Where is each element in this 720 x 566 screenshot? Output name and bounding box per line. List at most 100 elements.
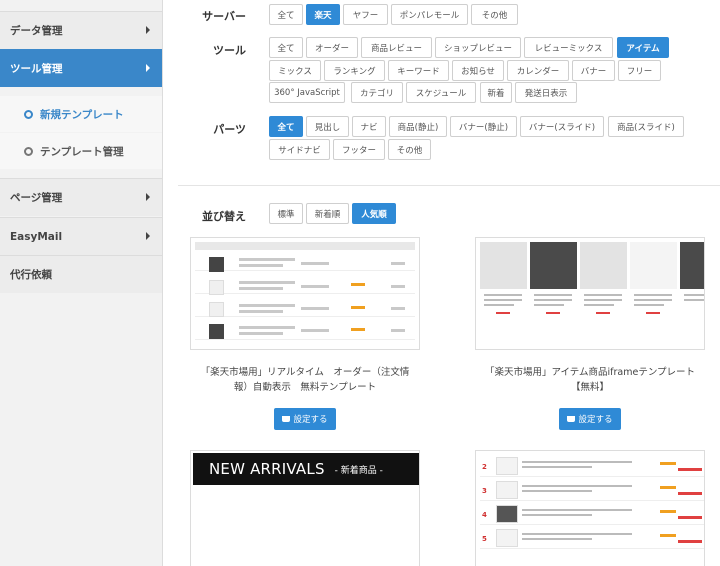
preview-row-divider <box>195 316 415 317</box>
rank-number: 4 <box>482 511 487 519</box>
template-title-order[interactable]: 「楽天市場用」リアルタイム オーダー（注文情 報）自動表示 無料テンプレート <box>188 365 422 395</box>
sidebar-subitem-template-manage[interactable]: テンプレート管理 <box>0 133 162 169</box>
tool-option-order[interactable]: オーダー <box>306 37 358 58</box>
parts-option-banner-slide[interactable]: バナー(スライド) <box>520 116 604 137</box>
preview-price <box>678 468 702 471</box>
preview-text <box>239 258 295 261</box>
preview-price <box>678 492 702 495</box>
template-thumbnail-item-iframe[interactable] <box>475 237 705 350</box>
parts-option-navi[interactable]: ナビ <box>352 116 386 137</box>
preview-text <box>522 461 632 463</box>
configure-button-label: 設定する <box>578 415 613 425</box>
preview-date <box>301 262 329 265</box>
sidebar-item-data[interactable]: データ管理 <box>0 11 162 49</box>
preview-text <box>522 514 592 516</box>
preview-text <box>634 299 672 301</box>
parts-option-banner-static[interactable]: バナー(静止) <box>450 116 517 137</box>
tool-option-news[interactable]: お知らせ <box>452 60 504 81</box>
preview-product-image <box>209 324 224 339</box>
preview-table-header <box>195 242 415 250</box>
preview-text <box>484 299 522 301</box>
server-option-yahoo[interactable]: ヤフー <box>343 4 388 25</box>
parts-option-item-slide[interactable]: 商品(スライド) <box>608 116 684 137</box>
preview-rating <box>351 306 365 309</box>
sort-option-newest[interactable]: 新着順 <box>306 203 349 224</box>
preview-price <box>546 312 560 314</box>
tool-option-item[interactable]: アイテム <box>617 37 669 58</box>
sidebar-item-tools[interactable]: ツール管理 <box>0 49 162 87</box>
tool-option-keyword[interactable]: キーワード <box>388 60 449 81</box>
template-title-line: 報）自動表示 無料テンプレート <box>233 382 377 393</box>
template-thumbnail-ranking[interactable]: 2 3 4 5 <box>475 450 705 566</box>
preview-product-image <box>209 302 224 317</box>
sidebar-item-easymail[interactable]: EasyMail <box>0 217 162 255</box>
template-thumbnail-order[interactable] <box>190 237 420 350</box>
sort-option-popular[interactable]: 人気順 <box>352 203 396 224</box>
tool-option-new-arrival[interactable]: 新着 <box>480 82 512 103</box>
tool-option-ranking[interactable]: ランキング <box>324 60 385 81</box>
preview-text <box>584 294 622 296</box>
preview-product-image <box>496 529 518 547</box>
server-option-all[interactable]: 全て <box>269 4 303 25</box>
parts-option-other[interactable]: その他 <box>388 139 431 160</box>
tool-option-mix[interactable]: ミックス <box>269 60 321 81</box>
sidebar-item-label: データ管理 <box>10 25 63 37</box>
tool-option-item-review[interactable]: 商品レビュー <box>361 37 432 58</box>
parts-option-item-static[interactable]: 商品(静止) <box>389 116 447 137</box>
preview-product-image <box>680 242 704 289</box>
cart-icon <box>567 416 576 422</box>
preview-text <box>239 264 283 267</box>
tool-option-shipping-date[interactable]: 発送日表示 <box>515 82 577 103</box>
preview-rating <box>660 462 676 465</box>
preview-price <box>646 312 660 314</box>
tool-option-review-mix[interactable]: レビューミックス <box>524 37 613 58</box>
preview-text <box>239 332 283 335</box>
chevron-right-icon <box>146 232 150 240</box>
sidebar-subitem-label: テンプレート管理 <box>40 145 124 158</box>
sidebar-item-agency[interactable]: 代行依頼 <box>0 255 162 293</box>
template-title-item-iframe[interactable]: 「楽天市場用」アイテム商品iframeテンプレート 【無料】 <box>472 365 708 395</box>
template-title-line: 「楽天市場用」アイテム商品iframeテンプレート <box>484 367 696 378</box>
preview-count <box>391 307 405 310</box>
preview-text <box>634 294 672 296</box>
preview-product-image <box>480 242 527 289</box>
sidebar-subitem-label: 新規テンプレート <box>40 108 124 121</box>
parts-option-side-navi[interactable]: サイドナビ <box>269 139 330 160</box>
tool-option-schedule[interactable]: スケジュール <box>406 82 476 103</box>
section-divider <box>178 185 720 186</box>
server-option-other[interactable]: その他 <box>471 4 518 25</box>
preview-text <box>684 294 704 296</box>
configure-button-item-iframe[interactable]: 設定する <box>559 408 621 430</box>
tool-option-category[interactable]: カテゴリ <box>351 82 403 103</box>
configure-button-order[interactable]: 設定する <box>274 408 336 430</box>
parts-option-footer[interactable]: フッター <box>333 139 385 160</box>
sort-label: 並び替え <box>202 210 246 223</box>
sidebar-item-label: EasyMail <box>10 230 63 243</box>
preview-rating <box>351 328 365 331</box>
tool-option-360-javascript[interactable]: 360° JavaScript <box>269 82 345 103</box>
preview-date <box>301 307 329 310</box>
preview-row-divider <box>195 293 415 294</box>
chevron-right-icon <box>146 193 150 201</box>
preview-text <box>684 299 704 301</box>
server-option-ponpare[interactable]: ポンパレモール <box>391 4 468 25</box>
parts-option-heading[interactable]: 見出し <box>306 116 349 137</box>
circle-icon <box>24 109 33 119</box>
sidebar-item-pages[interactable]: ページ管理 <box>0 178 162 216</box>
tool-option-shop-review[interactable]: ショップレビュー <box>435 37 521 58</box>
banner-main-text: NEW ARRIVALS <box>209 460 325 478</box>
tool-option-all[interactable]: 全て <box>269 37 303 58</box>
preview-price <box>678 540 702 543</box>
sidebar-subitem-new-template[interactable]: 新規テンプレート <box>0 96 162 132</box>
sort-option-standard[interactable]: 標準 <box>269 203 303 224</box>
tool-option-banner[interactable]: バナー <box>572 60 615 81</box>
ranking-row: 4 <box>480 503 704 525</box>
preview-rating <box>351 283 365 286</box>
tool-option-free[interactable]: フリー <box>618 60 661 81</box>
parts-option-all[interactable]: 全て <box>269 116 303 137</box>
server-option-rakuten[interactable]: 楽天 <box>306 4 340 25</box>
template-thumbnail-new-arrivals[interactable]: NEW ARRIVALS - 新着商品 - <box>190 450 420 566</box>
preview-text <box>239 310 283 313</box>
tool-option-calendar[interactable]: カレンダー <box>507 60 569 81</box>
configure-button-label: 設定する <box>293 415 328 425</box>
